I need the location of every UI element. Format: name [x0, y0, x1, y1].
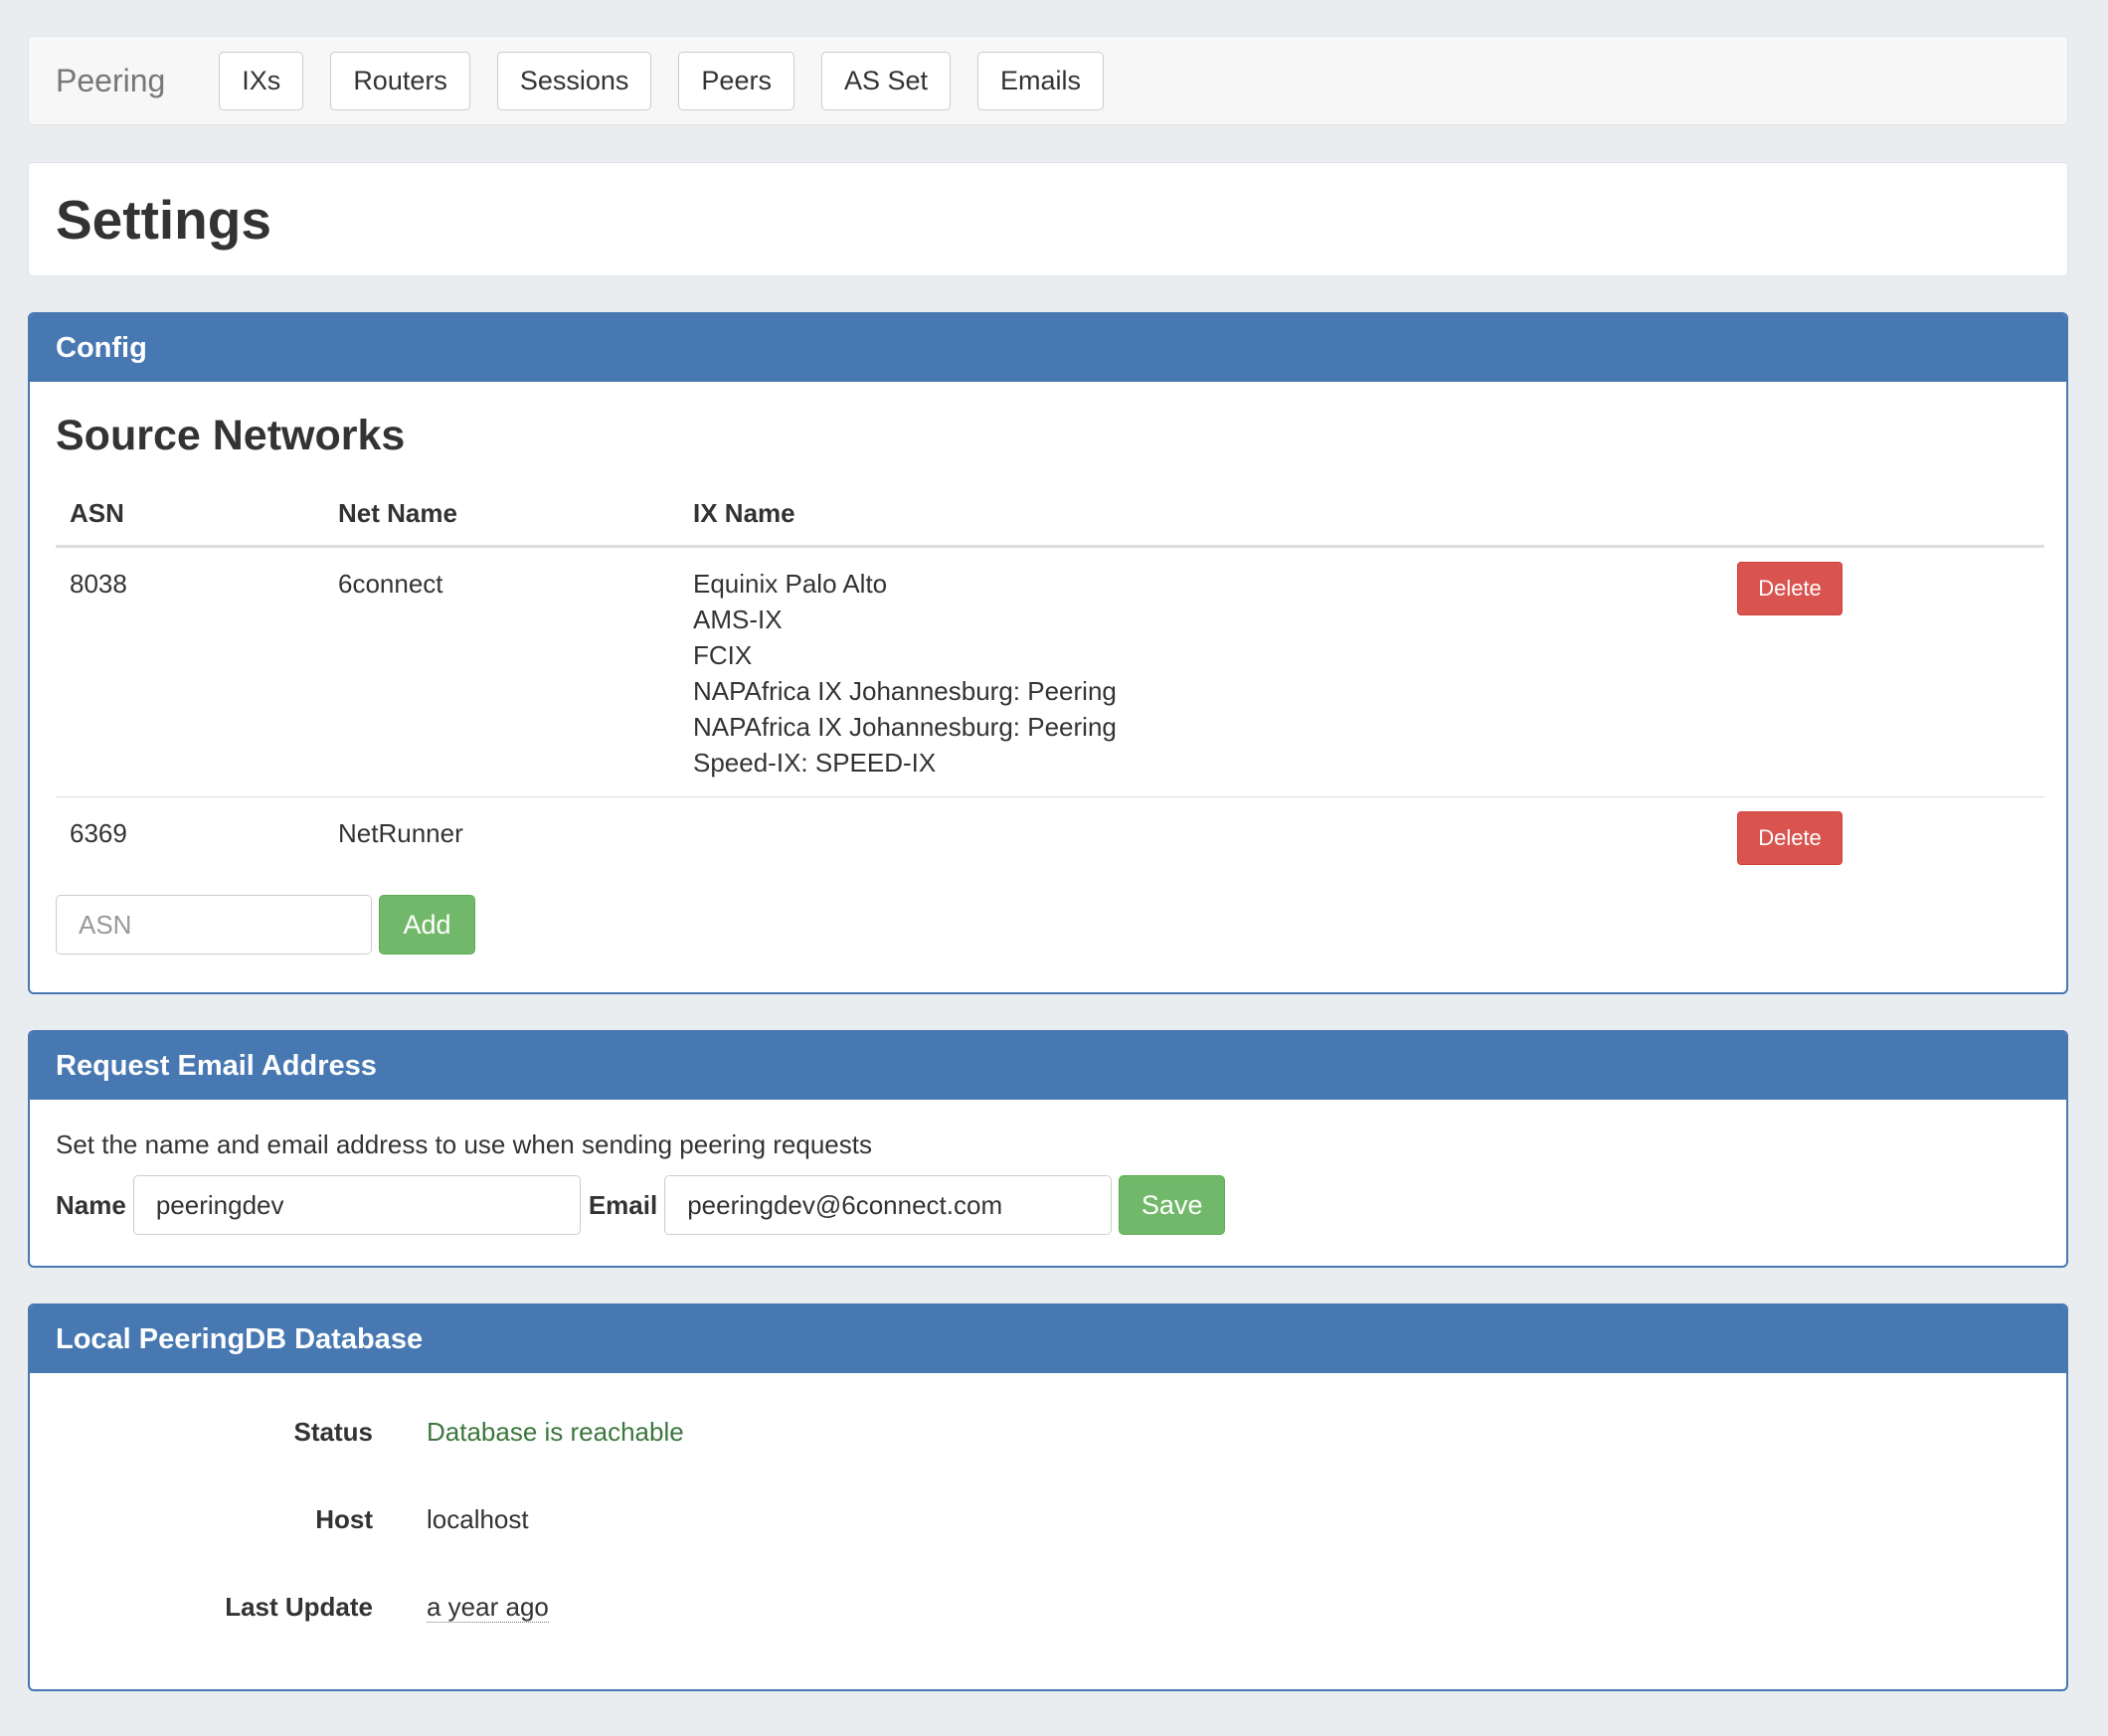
source-networks-title: Source Networks: [56, 412, 406, 459]
page-header: Settings: [28, 162, 2068, 276]
cell-ix-names: [679, 796, 1723, 881]
host-value: localhost: [427, 1503, 529, 1534]
request-email-panel-heading: Request Email Address: [30, 1032, 2066, 1100]
status-value: Database is reachable: [427, 1416, 684, 1447]
request-email-panel: Request Email Address Set the name and e…: [28, 1030, 2068, 1268]
config-panel-heading: Config: [30, 314, 2066, 382]
name-input[interactable]: [132, 1175, 581, 1235]
asn-input[interactable]: [56, 895, 372, 955]
last-update-row: Last Update a year ago: [56, 1563, 2040, 1650]
column-header-net-name: Net Name: [324, 481, 679, 548]
navbar-brand[interactable]: Peering: [56, 63, 165, 99]
host-row: Host localhost: [56, 1476, 2040, 1563]
request-email-form: Name Email Save: [56, 1175, 2040, 1235]
page-container: Peering IXs Routers Sessions Peers AS Se…: [28, 36, 2068, 1691]
delete-button[interactable]: Delete: [1737, 811, 1843, 865]
config-panel-body: Source Networks ASN Net Name IX Name 803…: [30, 382, 2066, 955]
config-panel: Config Source Networks ASN Net Name IX N…: [28, 312, 2068, 994]
status-row: Status Database is reachable: [56, 1388, 2040, 1476]
last-update-label: Last Update: [225, 1591, 373, 1622]
name-label: Name: [56, 1189, 126, 1220]
add-network-form: Add: [56, 895, 2040, 955]
email-label: Email: [588, 1189, 658, 1220]
cell-actions: Delete: [1723, 796, 2044, 881]
top-navbar: Peering IXs Routers Sessions Peers AS Se…: [28, 36, 2068, 125]
nav-button-emails[interactable]: Emails: [977, 51, 1105, 110]
source-networks-table: ASN Net Name IX Name 8038 6connect Equin…: [56, 481, 2044, 881]
peeringdb-database-panel-heading: Local PeeringDB Database: [30, 1305, 2066, 1373]
ix-name: NAPAfrica IX Johannesburg: Peering: [693, 676, 1117, 706]
column-header-asn: ASN: [56, 481, 324, 548]
cell-net-name: NetRunner: [324, 796, 679, 881]
save-button[interactable]: Save: [1119, 1175, 1226, 1235]
ix-name: FCIX: [693, 640, 753, 670]
host-label: Host: [315, 1503, 373, 1534]
request-email-panel-body: Set the name and email address to use wh…: [30, 1100, 2066, 1235]
page-title: Settings: [56, 188, 271, 251]
status-label: Status: [293, 1416, 373, 1447]
table-row: 8038 6connect Equinix Palo Alto AMS-IX F…: [56, 547, 2044, 797]
ix-name: NAPAfrica IX Johannesburg: Peering: [693, 712, 1117, 742]
cell-actions: Delete: [1723, 547, 2044, 797]
email-input[interactable]: [664, 1175, 1113, 1235]
nav-button-sessions[interactable]: Sessions: [496, 51, 652, 110]
column-header-actions: [1723, 481, 2044, 548]
peeringdb-database-panel-body: Status Database is reachable Host localh…: [30, 1388, 2066, 1650]
nav-button-routers[interactable]: Routers: [330, 51, 470, 110]
cell-asn: 6369: [56, 796, 324, 881]
peeringdb-database-panel: Local PeeringDB Database Status Database…: [28, 1303, 2068, 1691]
cell-asn: 8038: [70, 569, 127, 599]
ix-name: Speed-IX: SPEED-IX: [693, 748, 937, 778]
table-header-row: ASN Net Name IX Name: [56, 481, 2044, 548]
nav-button-as-set[interactable]: AS Set: [820, 51, 952, 110]
nav-button-peers[interactable]: Peers: [678, 51, 794, 110]
request-email-description: Set the name and email address to use wh…: [56, 1129, 872, 1159]
table-row: 6369 NetRunner Delete: [56, 796, 2044, 881]
nav-button-ixs[interactable]: IXs: [219, 51, 304, 110]
column-header-ix-name: IX Name: [679, 481, 1723, 548]
ix-name: AMS-IX: [693, 605, 783, 634]
add-button[interactable]: Add: [379, 895, 475, 955]
ix-name: Equinix Palo Alto: [693, 569, 888, 599]
last-update-value: a year ago: [427, 1591, 549, 1623]
delete-button[interactable]: Delete: [1737, 562, 1843, 615]
cell-ix-names: Equinix Palo Alto AMS-IX FCIX NAPAfrica …: [679, 547, 1723, 797]
cell-net-name: 6connect: [338, 569, 443, 599]
